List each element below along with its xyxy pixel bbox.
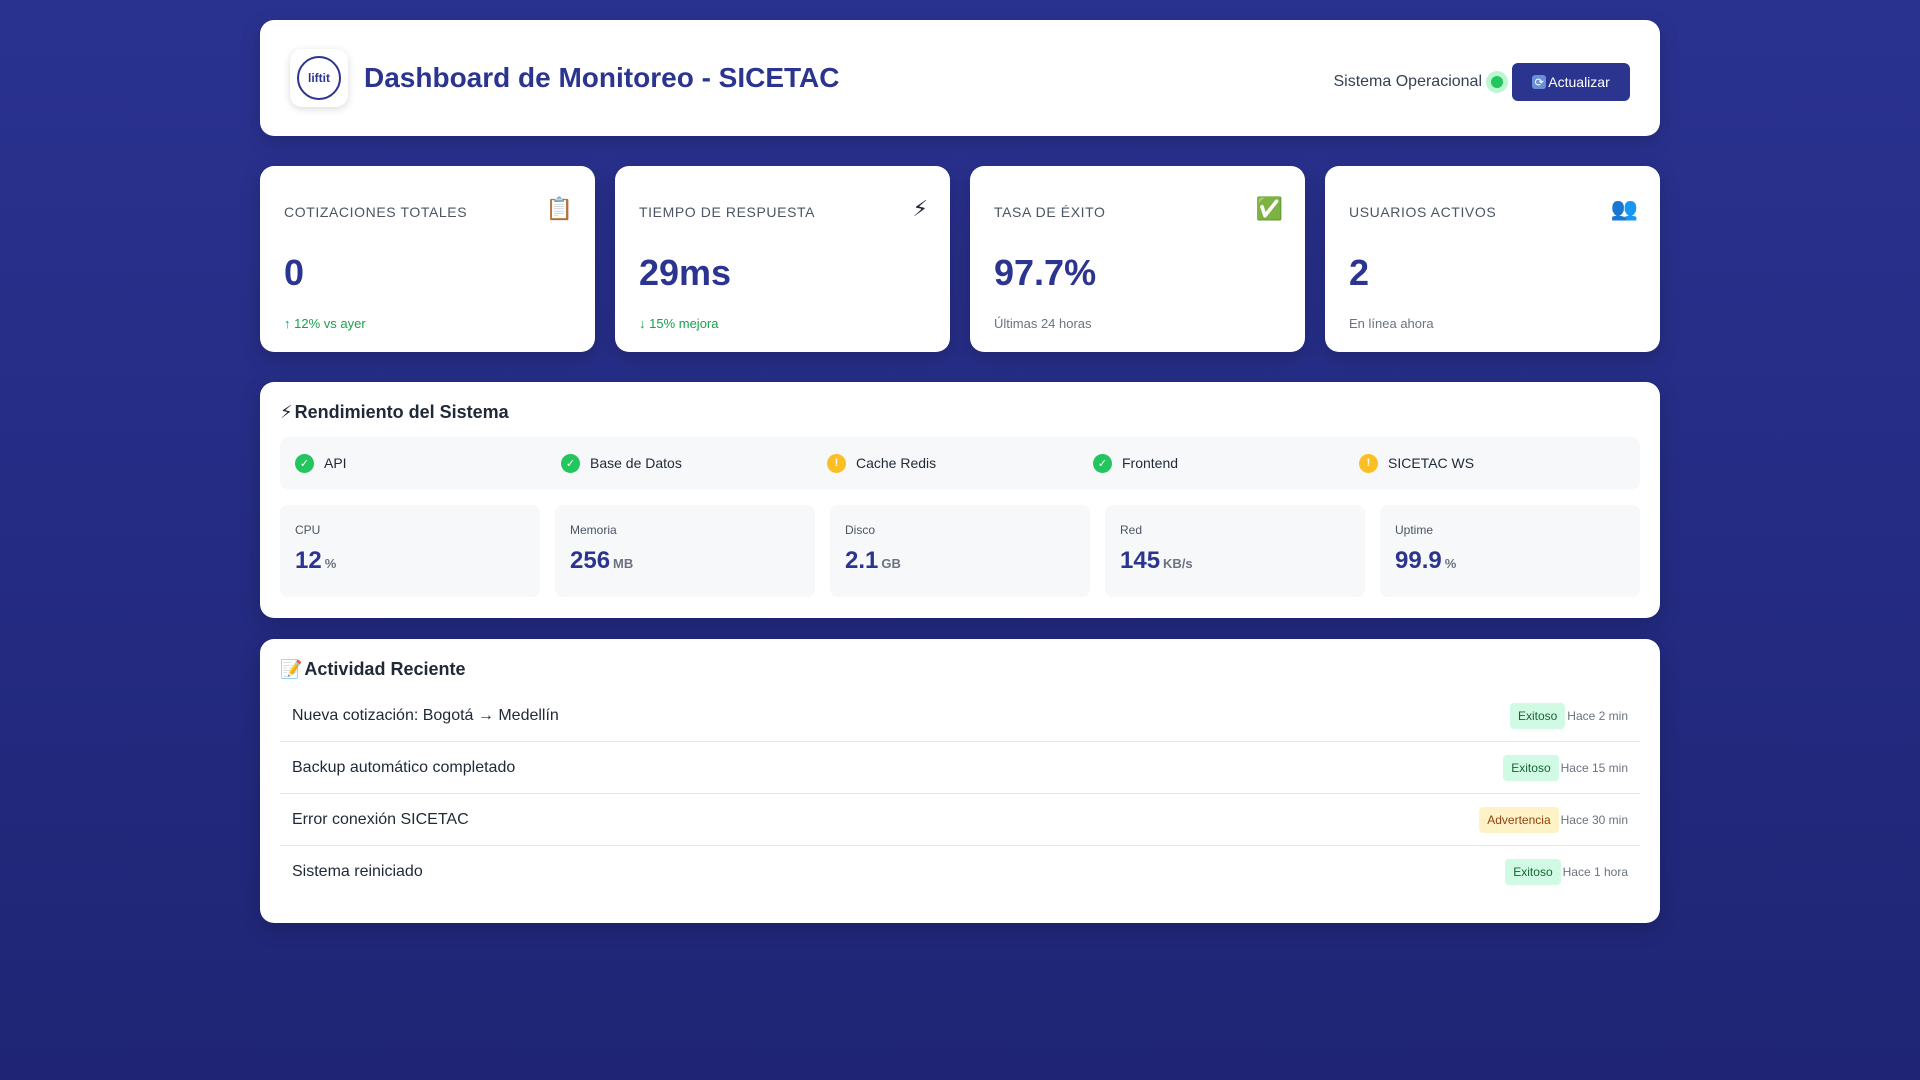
activity-item[interactable]: Sistema reiniciado Exitoso Hace 1 hora <box>280 846 1640 898</box>
dashboard-header: liftit Dashboard de Monitoreo - SICETAC … <box>260 20 1660 136</box>
resource-value: 2.1 <box>845 547 879 574</box>
resource-uptime: Uptime 99.9% <box>1380 505 1640 597</box>
memo-icon: 📝 <box>280 659 303 679</box>
resource-unit: GB <box>881 556 901 571</box>
service-name: SICETAC WS <box>1388 455 1475 471</box>
resource-disk: Disco 2.1 GB <box>830 505 1090 597</box>
activity-list: Nueva cotización: Bogotá → Medellín Exit… <box>280 690 1640 898</box>
refresh-button-label: Actualizar <box>1548 74 1610 90</box>
activity-time: Hace 30 min <box>1560 812 1628 827</box>
resource-value: 145 <box>1120 547 1161 574</box>
clipboard-icon: 📋 <box>545 196 573 221</box>
metric-card-active-users: USUARIOS ACTIVOS 👥 2 En línea ahora <box>1325 166 1660 352</box>
metric-label: TIEMPO DE RESPUESTA <box>639 204 816 220</box>
header-actions: Sistema Operacional ⟳ Actualizar <box>1333 63 1630 101</box>
metric-label: COTIZACIONES TOTALES <box>284 204 468 220</box>
section-title-text: Actividad Reciente <box>304 659 466 679</box>
lightning-icon: ⚡ <box>280 402 293 422</box>
activity-text: Error conexión SICETAC <box>292 810 469 828</box>
service-name: Base de Datos <box>590 455 682 471</box>
service-status-database: ✓ Base de Datos <box>561 453 827 473</box>
resource-value: 256 <box>570 547 611 574</box>
metric-value: 2 <box>1349 252 1370 293</box>
resource-value: 99.9 <box>1395 547 1442 574</box>
resource-network: Red 145 KB/s <box>1105 505 1365 597</box>
resource-unit: KB/s <box>1163 556 1193 571</box>
metric-value: 29ms <box>639 252 732 293</box>
check-circle-icon: ✓ <box>295 453 314 473</box>
activity-time: Hace 1 hora <box>1562 865 1628 879</box>
metric-trend: ↑ 12% vs ayer <box>284 316 366 331</box>
liftit-logo: liftit <box>290 49 348 107</box>
metric-caption: Últimas 24 horas <box>994 316 1092 331</box>
system-status-text: Sistema Operacional <box>1333 73 1482 90</box>
service-status-sicetac-ws: ! SICETAC WS <box>1359 453 1625 473</box>
resource-memory: Memoria 256 MB <box>555 505 815 597</box>
resource-cpu: CPU 12% <box>280 505 540 597</box>
resource-label: Uptime <box>1395 523 1434 537</box>
check-circle-icon: ✓ <box>561 453 580 473</box>
resource-unit: % <box>324 556 337 571</box>
status-badge: Exitoso <box>1505 859 1561 885</box>
metrics-row: COTIZACIONES TOTALES 📋 0 ↑ 12% vs ayer T… <box>260 166 1660 352</box>
resource-label: CPU <box>295 523 321 537</box>
recent-activity-panel: 📝 Actividad Reciente Nueva cotización: B… <box>260 639 1660 923</box>
activity-time: Hace 2 min <box>1567 708 1628 723</box>
status-indicator-icon <box>1486 71 1508 93</box>
service-status-frontend: ✓ Frontend <box>1093 453 1359 473</box>
page-title: Dashboard de Monitoreo - SICETAC <box>364 62 840 93</box>
status-badge: Exitoso <box>1503 754 1559 781</box>
metric-card-success-rate: TASA DE ÉXITO ✅ 97.7% Últimas 24 horas <box>970 166 1305 352</box>
metric-trend: ↓ 15% mejora <box>639 316 719 331</box>
metric-label: USUARIOS ACTIVOS <box>1349 204 1497 220</box>
check-box-icon: ✅ <box>1255 196 1283 221</box>
service-name: Frontend <box>1122 455 1179 471</box>
activity-item[interactable]: Error conexión SICETAC Advertencia Hace … <box>280 794 1640 846</box>
resource-unit: MB <box>613 556 634 571</box>
service-name: API <box>324 455 347 471</box>
metric-value: 0 <box>284 252 305 293</box>
activity-text: Sistema reiniciado <box>292 863 423 880</box>
lightning-icon: ⚡ <box>912 196 928 221</box>
metric-card-response-time: TIEMPO DE RESPUESTA ⚡ 29ms ↓ 15% mejora <box>615 166 950 352</box>
section-title: ⚡ Rendimiento del Sistema <box>280 402 1640 423</box>
check-circle-icon: ✓ <box>1093 453 1112 473</box>
metric-card-quotes: COTIZACIONES TOTALES 📋 0 ↑ 12% vs ayer <box>260 166 595 352</box>
status-badge: Exitoso <box>1509 702 1566 729</box>
warning-circle-icon: ! <box>827 453 846 473</box>
activity-item[interactable]: Backup automático completado Exitoso Hac… <box>280 742 1640 794</box>
resource-label: Red <box>1120 523 1143 537</box>
system-performance-panel: ⚡ Rendimiento del Sistema ✓ API ✓ Base d… <box>260 382 1660 618</box>
status-badge: Advertencia <box>1479 806 1559 833</box>
activity-text: Backup automático completado <box>292 758 516 776</box>
activity-time: Hace 15 min <box>1560 760 1628 775</box>
service-name: Cache Redis <box>856 455 937 471</box>
service-status-api: ✓ API <box>295 453 561 473</box>
resource-metrics: CPU 12% Memoria 256 MB Disco 2.1 GB Red 14… <box>280 505 1640 597</box>
section-title: 📝 Actividad Reciente <box>280 659 1640 680</box>
users-icon: 👥 <box>1610 196 1638 221</box>
metric-value: 97.7% <box>994 252 1097 293</box>
activity-text: Nueva cotización: Bogotá → Medellín <box>292 706 559 724</box>
warning-circle-icon: ! <box>1359 453 1378 473</box>
section-title-text: Rendimiento del Sistema <box>294 402 509 422</box>
refresh-icon: ⟳ <box>1532 75 1547 89</box>
service-status-cache: ! Cache Redis <box>827 453 1093 473</box>
metric-caption: En línea ahora <box>1349 316 1434 331</box>
refresh-button[interactable]: ⟳ Actualizar <box>1512 63 1630 101</box>
resource-label: Memoria <box>570 523 617 537</box>
services-status-bar: ✓ API ✓ Base de Datos ! Cache Redis ✓ Fr… <box>280 437 1640 489</box>
resource-label: Disco <box>845 523 876 537</box>
resource-unit: % <box>1444 556 1457 571</box>
resource-value: 12 <box>295 547 322 574</box>
activity-item[interactable]: Nueva cotización: Bogotá → Medellín Exit… <box>280 690 1640 742</box>
metric-label: TASA DE ÉXITO <box>994 204 1106 220</box>
logo-mark: liftit <box>297 56 341 100</box>
